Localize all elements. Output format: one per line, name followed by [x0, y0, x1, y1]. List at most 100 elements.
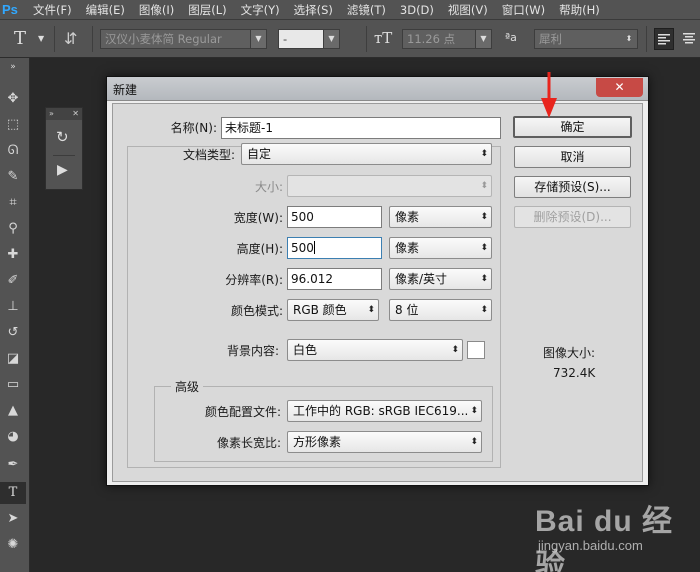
history-icon[interactable]: ↻ — [56, 128, 69, 146]
menu-image[interactable]: 图像(I) — [132, 0, 181, 20]
clone-stamp-tool-icon[interactable]: ⊥ — [0, 296, 26, 318]
image-size-value: 732.4K — [553, 366, 596, 380]
bit-depth-select[interactable]: 8 位 ⬍ — [389, 299, 492, 321]
marquee-tool-icon[interactable]: ⬚ — [0, 114, 26, 136]
panel-collapse-icon[interactable]: » — [0, 62, 26, 72]
align-center-button[interactable] — [680, 28, 700, 50]
name-input[interactable]: 未标题-1 — [221, 117, 501, 139]
separator — [646, 26, 647, 52]
document-type-value: 自定 — [247, 147, 272, 161]
lasso-tool-icon[interactable]: ᘏ — [0, 140, 26, 162]
width-input[interactable]: 500 — [287, 206, 382, 228]
dodge-tool-icon[interactable]: ◕ — [0, 426, 26, 448]
font-size-select[interactable]: 11.26 点 ▼ — [402, 29, 492, 49]
align-left-button[interactable] — [654, 28, 674, 50]
chevron-updown-icon: ⬍ — [480, 212, 488, 222]
save-preset-button[interactable]: 存储预设(S)... — [514, 176, 631, 198]
height-unit-value: 像素 — [395, 241, 420, 255]
background-contents-select[interactable]: 白色 ⬍ — [287, 339, 463, 361]
resolution-unit-value: 像素/英寸 — [395, 272, 448, 286]
play-action-icon[interactable]: ▶ — [57, 162, 68, 178]
resolution-input[interactable]: 96.012 — [287, 268, 382, 290]
height-input[interactable]: 500 — [287, 237, 382, 259]
chevron-updown-icon: ⬍ — [451, 345, 459, 355]
font-family-select[interactable]: 汉仪小麦体简 Regular ▼ — [100, 29, 267, 49]
menu-select[interactable]: 选择(S) — [287, 0, 340, 20]
align-left-icon — [658, 34, 670, 45]
chevron-updown-icon: ⬍ — [367, 305, 375, 315]
blur-tool-icon[interactable]: ▲ — [0, 400, 26, 422]
text-caret — [313, 241, 315, 254]
brush-tool-icon[interactable]: ✐ — [0, 270, 26, 292]
healing-brush-tool-icon[interactable]: ✚ — [0, 244, 26, 266]
gradient-tool-icon[interactable]: ▭ — [0, 374, 26, 396]
antialias-select[interactable]: 犀利 ⬍ — [534, 29, 638, 49]
width-unit-select[interactable]: 像素 ⬍ — [389, 206, 492, 228]
crop-tool-icon[interactable]: ⌗ — [0, 192, 26, 214]
menu-view[interactable]: 视图(V) — [441, 0, 495, 20]
move-tool-icon[interactable]: ✥ — [0, 88, 26, 110]
height-label: 高度(H): — [236, 242, 283, 256]
text-orientation-icon[interactable]: ⇵ — [64, 29, 77, 48]
baidu-jingyan-watermark: Bai du 经验 jingyan.baidu.com — [535, 496, 695, 572]
panel-expand-icon[interactable]: » — [49, 108, 54, 120]
color-profile-select[interactable]: 工作中的 RGB: sRGB IEC619... ⬍ — [287, 400, 482, 422]
new-document-dialog: 新建 ✕ 名称(N): 未标题-1 文档类型: 自定 ⬍ 大小: ⬍ 宽度(W)… — [106, 76, 649, 486]
chevron-updown-icon: ⬍ — [625, 34, 633, 43]
type-tool-icon[interactable]: T — [0, 482, 26, 504]
eyedropper-tool-icon[interactable]: ⚲ — [0, 218, 26, 240]
background-color-swatch[interactable] — [467, 341, 485, 359]
color-mode-select[interactable]: RGB 颜色 ⬍ — [287, 299, 379, 321]
font-family-value: 汉仪小麦体简 Regular — [105, 32, 222, 46]
font-style-select[interactable]: - ▼ — [278, 29, 340, 49]
menu-filter[interactable]: 滤镜(T) — [340, 0, 393, 20]
size-select: ⬍ — [287, 175, 492, 197]
height-unit-select[interactable]: 像素 ⬍ — [389, 237, 492, 259]
document-type-label: 文档类型: — [182, 148, 235, 162]
font-size-icon: ᴛT — [374, 29, 393, 47]
path-selection-tool-icon[interactable]: ➤ — [0, 508, 26, 530]
mini-panel-header: » ✕ — [46, 108, 82, 120]
panel-close-icon[interactable]: ✕ — [72, 108, 79, 120]
menu-help[interactable]: 帮助(H) — [552, 0, 607, 20]
dialog-title: 新建 — [113, 83, 138, 97]
menu-window[interactable]: 窗口(W) — [495, 0, 552, 20]
divider — [53, 155, 75, 156]
history-brush-tool-icon[interactable]: ↺ — [0, 322, 26, 344]
chevron-updown-icon: ⬍ — [480, 181, 488, 191]
type-tool-preset-icon[interactable]: T — [14, 28, 26, 49]
document-type-select[interactable]: 自定 ⬍ — [241, 143, 492, 165]
size-label: 大小: — [254, 180, 283, 194]
pen-tool-icon[interactable]: ✒ — [0, 454, 26, 476]
menu-layer[interactable]: 图层(L) — [181, 0, 233, 20]
font-style-value: - — [283, 32, 288, 46]
color-profile-label: 颜色配置文件: — [204, 405, 281, 419]
background-contents-label: 背景内容: — [226, 344, 279, 358]
watermark-url: jingyan.baidu.com — [538, 538, 643, 553]
options-bar: T ▼ ⇵ 汉仪小麦体简 Regular ▼ - ▼ ᴛT 11.26 点 ▼ … — [0, 20, 700, 58]
menu-file[interactable]: 文件(F) — [26, 0, 79, 20]
eraser-tool-icon[interactable]: ◪ — [0, 348, 26, 370]
dialog-body: 名称(N): 未标题-1 文档类型: 自定 ⬍ 大小: ⬍ 宽度(W): 500… — [112, 103, 643, 482]
menu-type[interactable]: 文字(Y) — [234, 0, 287, 20]
width-label: 宽度(W): — [233, 211, 283, 225]
image-size-label: 图像大小: — [543, 346, 596, 360]
menu-3d[interactable]: 3D(D) — [393, 0, 441, 20]
quick-select-tool-icon[interactable]: ✎ — [0, 166, 26, 188]
delete-preset-button: 删除预设(D)... — [514, 206, 631, 228]
dialog-titlebar[interactable]: 新建 ✕ — [107, 77, 648, 101]
pixel-aspect-ratio-value: 方形像素 — [293, 435, 342, 449]
chevron-updown-icon: ⬍ — [480, 274, 488, 284]
custom-shape-tool-icon[interactable]: ✺ — [0, 534, 26, 556]
history-mini-panel: » ✕ ↻ ▶ — [45, 107, 83, 190]
menu-bar: Ps 文件(F) 编辑(E) 图像(I) 图层(L) 文字(Y) 选择(S) 滤… — [0, 0, 700, 20]
menu-edit[interactable]: 编辑(E) — [79, 0, 132, 20]
pixel-aspect-ratio-select[interactable]: 方形像素 ⬍ — [287, 431, 482, 453]
close-button[interactable]: ✕ — [596, 78, 643, 97]
cancel-button[interactable]: 取消 — [514, 146, 631, 168]
preset-dropdown-icon[interactable]: ▼ — [38, 34, 44, 43]
resolution-unit-select[interactable]: 像素/英寸 ⬍ — [389, 268, 492, 290]
width-unit-value: 像素 — [395, 210, 420, 224]
chevron-updown-icon: ⬍ — [480, 305, 488, 315]
ok-button[interactable]: 确定 — [513, 116, 632, 138]
